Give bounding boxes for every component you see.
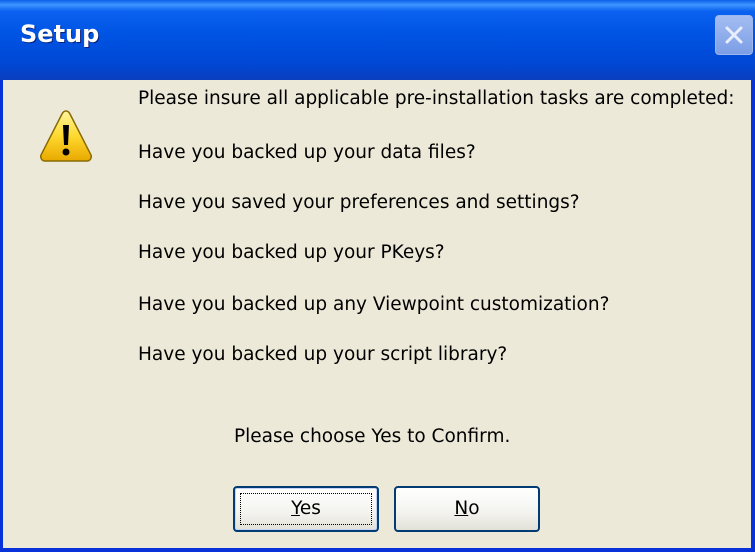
close-icon xyxy=(725,26,743,44)
no-mnemonic: N xyxy=(454,498,469,519)
focus-rectangle xyxy=(240,493,372,525)
message-line-1: Please insure all applicable pre-install… xyxy=(138,88,735,109)
no-label-rest: o xyxy=(468,498,480,519)
message-line-3: Have you saved your preferences and sett… xyxy=(138,192,580,213)
close-button[interactable] xyxy=(715,15,753,55)
yes-button[interactable]: Yes xyxy=(233,486,379,532)
message-line-2: Have you backed up your data files? xyxy=(138,142,476,163)
setup-dialog: Setup xyxy=(0,0,755,552)
no-button[interactable]: No xyxy=(394,486,540,532)
title-bar[interactable]: Setup xyxy=(0,0,755,80)
confirm-prompt: Please choose Yes to Confirm. xyxy=(234,426,511,447)
window-title: Setup xyxy=(20,20,100,48)
warning-icon xyxy=(40,110,92,162)
message-line-4: Have you backed up your PKeys? xyxy=(138,242,445,263)
message-line-6: Have you backed up your script library? xyxy=(138,344,508,365)
message-line-5: Have you backed up any Viewpoint customi… xyxy=(138,294,610,315)
